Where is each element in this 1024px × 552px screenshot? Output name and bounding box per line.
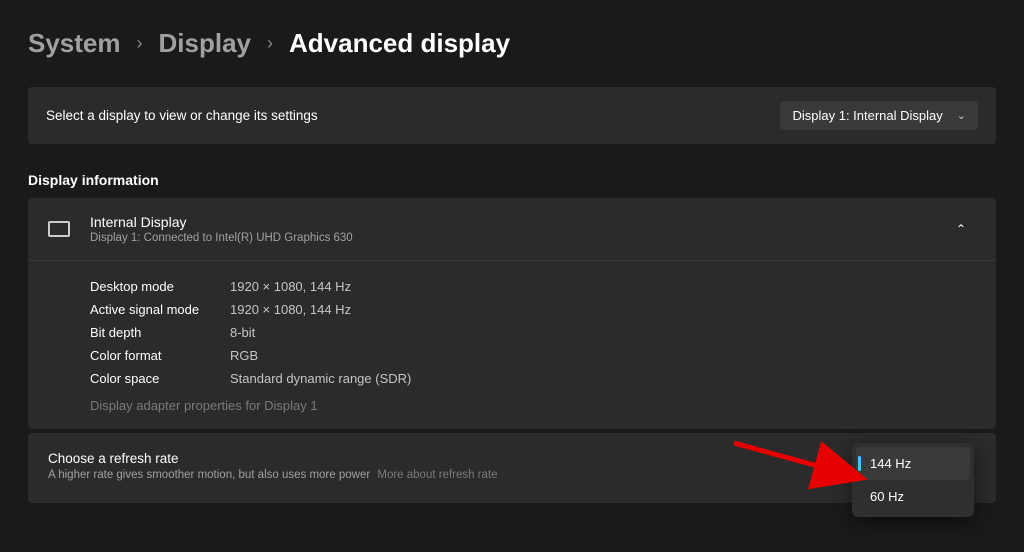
refresh-rate-sub-text: A higher rate gives smoother motion, but… bbox=[48, 469, 370, 481]
info-key: Color space bbox=[90, 371, 230, 386]
info-row-active-signal: Active signal mode 1920 × 1080, 144 Hz bbox=[90, 298, 976, 321]
select-display-card: Select a display to view or change its s… bbox=[28, 87, 996, 144]
display-info-header-text: Internal Display Display 1: Connected to… bbox=[90, 214, 926, 244]
breadcrumb-system[interactable]: System bbox=[28, 28, 121, 59]
breadcrumb-display[interactable]: Display bbox=[159, 28, 252, 59]
breadcrumb-advanced-display: Advanced display bbox=[289, 28, 510, 59]
info-row-bit-depth: Bit depth 8-bit bbox=[90, 321, 976, 344]
display-info-body: Desktop mode 1920 × 1080, 144 Hz Active … bbox=[28, 261, 996, 429]
info-key: Bit depth bbox=[90, 325, 230, 340]
info-value: 1920 × 1080, 144 Hz bbox=[230, 302, 351, 317]
refresh-rate-option-60[interactable]: 60 Hz bbox=[856, 480, 970, 513]
refresh-rate-text: Choose a refresh rate A higher rate give… bbox=[48, 451, 498, 481]
info-value: 8-bit bbox=[230, 325, 255, 340]
breadcrumb: System › Display › Advanced display bbox=[28, 28, 996, 59]
display-info-header-title: Internal Display bbox=[90, 214, 926, 230]
display-info-header[interactable]: Internal Display Display 1: Connected to… bbox=[28, 198, 996, 261]
chevron-up-icon[interactable]: ⌃ bbox=[946, 216, 976, 242]
info-key: Active signal mode bbox=[90, 302, 230, 317]
chevron-right-icon: › bbox=[267, 33, 273, 54]
info-row-color-format: Color format RGB bbox=[90, 344, 976, 367]
refresh-rate-dropdown-flyout: 144 Hz 60 Hz bbox=[852, 443, 974, 517]
display-adapter-properties-link[interactable]: Display adapter properties for Display 1 bbox=[90, 390, 976, 415]
info-key: Desktop mode bbox=[90, 279, 230, 294]
display-info-header-sub: Display 1: Connected to Intel(R) UHD Gra… bbox=[90, 232, 926, 244]
display-info-section-title: Display information bbox=[28, 172, 996, 188]
info-value: Standard dynamic range (SDR) bbox=[230, 371, 411, 386]
info-value: RGB bbox=[230, 348, 258, 363]
chevron-right-icon: › bbox=[137, 33, 143, 54]
info-value: 1920 × 1080, 144 Hz bbox=[230, 279, 351, 294]
chevron-down-icon: ⌄ bbox=[957, 109, 966, 122]
refresh-rate-title: Choose a refresh rate bbox=[48, 451, 498, 466]
monitor-icon bbox=[48, 221, 70, 237]
display-info-card: Internal Display Display 1: Connected to… bbox=[28, 198, 996, 429]
info-row-desktop-mode: Desktop mode 1920 × 1080, 144 Hz bbox=[90, 275, 976, 298]
info-row-color-space: Color space Standard dynamic range (SDR) bbox=[90, 367, 976, 390]
refresh-rate-card: Choose a refresh rate A higher rate give… bbox=[28, 433, 996, 503]
display-selector-value: Display 1: Internal Display bbox=[792, 108, 942, 123]
refresh-rate-sub: A higher rate gives smoother motion, but… bbox=[48, 469, 498, 481]
select-display-label: Select a display to view or change its s… bbox=[46, 108, 318, 123]
refresh-rate-option-144[interactable]: 144 Hz bbox=[856, 447, 970, 480]
info-key: Color format bbox=[90, 348, 230, 363]
refresh-rate-more-link[interactable]: More about refresh rate bbox=[377, 469, 497, 481]
display-selector-dropdown[interactable]: Display 1: Internal Display ⌄ bbox=[780, 101, 978, 130]
